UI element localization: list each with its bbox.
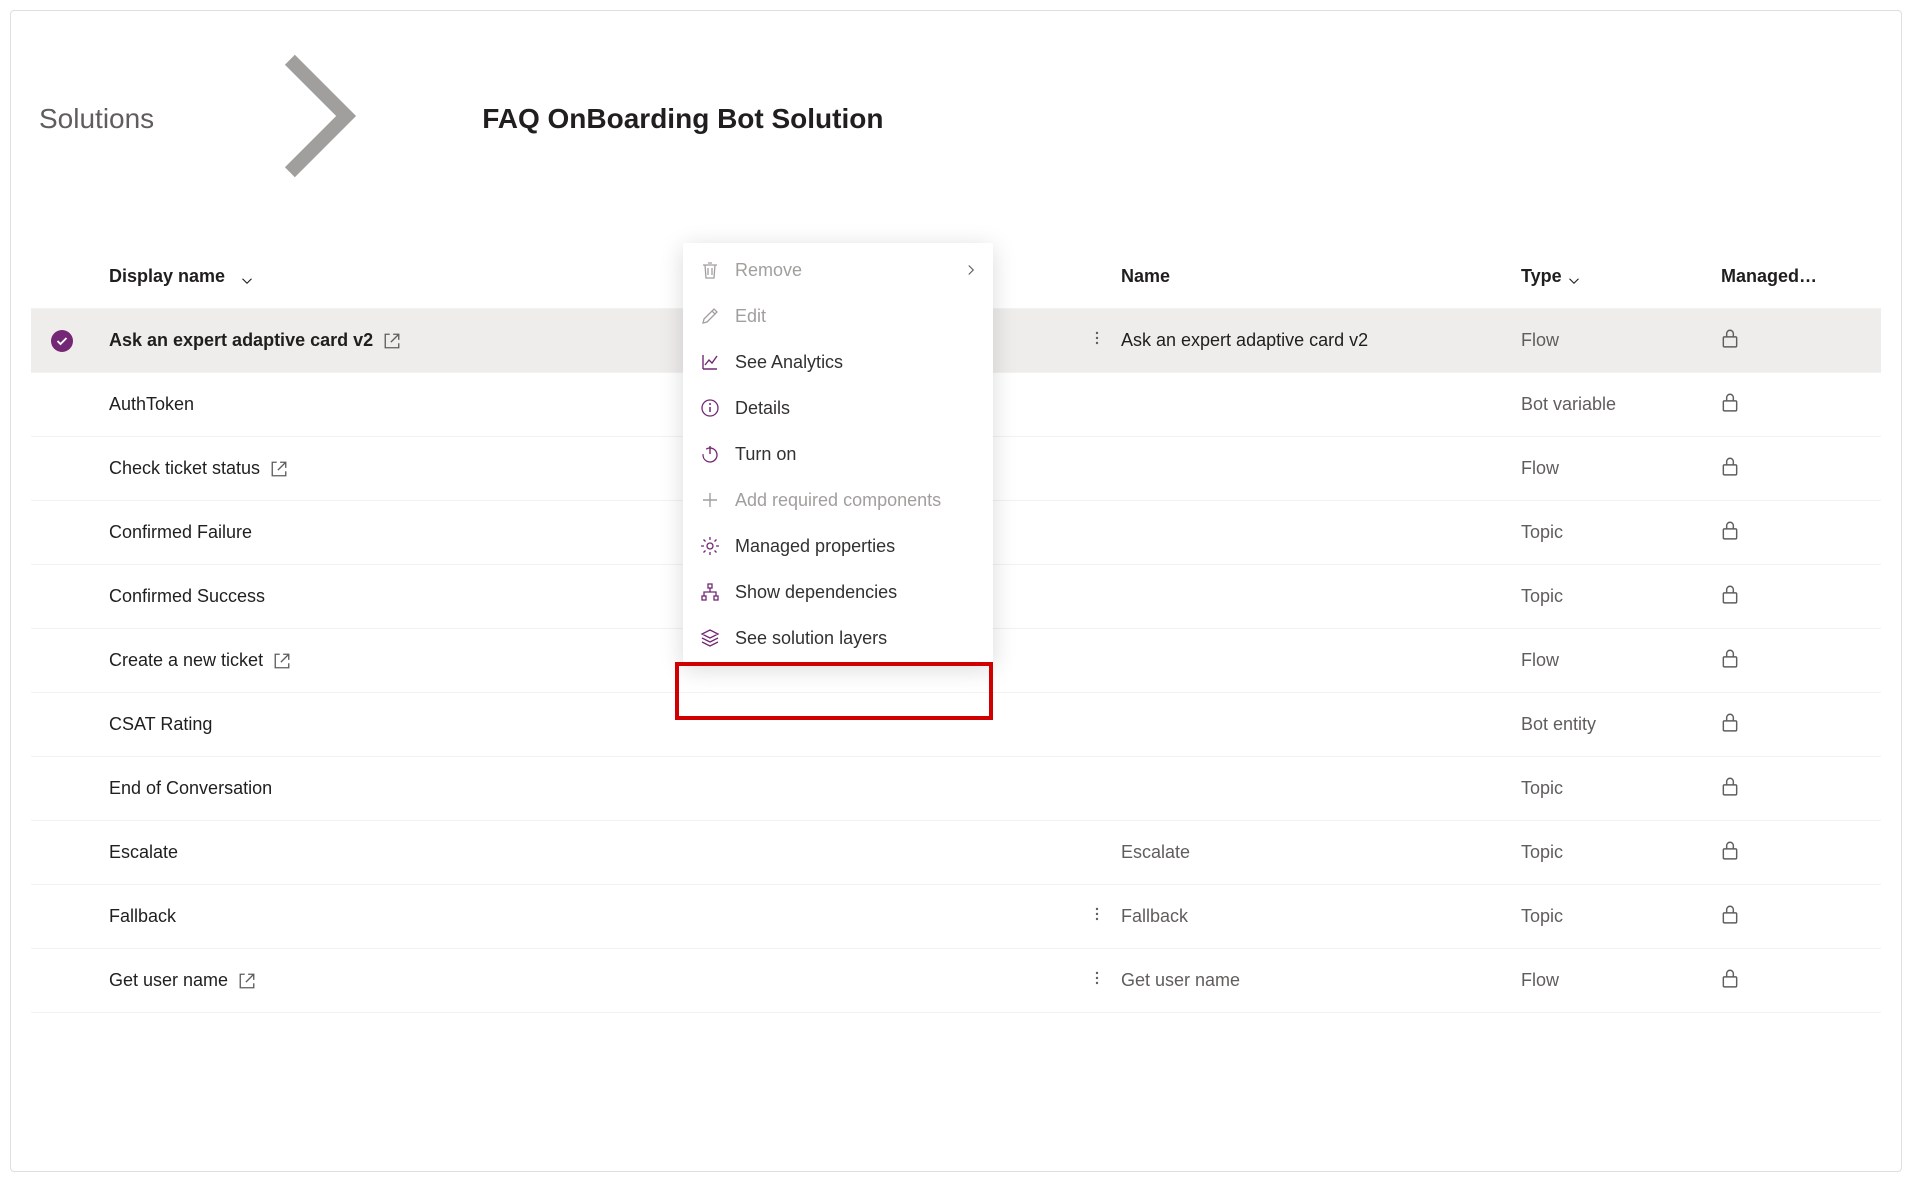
lock-icon	[1721, 840, 1739, 865]
chevron-down-icon	[241, 271, 253, 283]
managed-cell	[1721, 776, 1881, 801]
display-name-link[interactable]: CSAT Rating	[109, 714, 212, 735]
breadcrumb: Solutions FAQ OnBoarding Bot Solution	[31, 41, 1881, 197]
menu-show-dependencies[interactable]: Show dependencies	[683, 569, 993, 615]
breadcrumb-parent[interactable]: Solutions	[39, 103, 154, 135]
menu-managed-properties[interactable]: Managed properties	[683, 523, 993, 569]
display-name-link[interactable]: Create a new ticket	[109, 650, 263, 671]
table-row[interactable]: End of Conversation Topic	[31, 757, 1881, 821]
managed-cell	[1721, 456, 1881, 481]
table-row[interactable]: CSAT Rating Bot entity	[31, 693, 1881, 757]
open-in-new-icon[interactable]	[238, 972, 256, 990]
menu-details[interactable]: Details	[683, 385, 993, 431]
breadcrumb-current: FAQ OnBoarding Bot Solution	[482, 103, 883, 135]
name-cell: Get user name	[1121, 970, 1521, 991]
chevron-right-icon	[965, 260, 977, 281]
display-name-link[interactable]: Confirmed Failure	[109, 522, 252, 543]
table-row[interactable]: EscalateEscalateTopic	[31, 821, 1881, 885]
chevron-down-icon	[1568, 271, 1580, 283]
type-cell: Topic	[1521, 906, 1721, 927]
display-name-link[interactable]: End of Conversation	[109, 778, 272, 799]
managed-cell	[1721, 328, 1881, 353]
context-menu: Remove Edit See Analytics Details Turn o…	[683, 243, 993, 665]
display-name-link[interactable]: Escalate	[109, 842, 178, 863]
pencil-icon	[699, 305, 721, 327]
table-row[interactable]: Get user nameGet user nameFlow	[31, 949, 1881, 1013]
type-cell: Flow	[1521, 650, 1721, 671]
power-icon	[699, 443, 721, 465]
display-name-link[interactable]: AuthToken	[109, 394, 194, 415]
checkmark-icon[interactable]	[51, 330, 73, 352]
menu-add-required-components[interactable]: Add required components	[683, 477, 993, 523]
column-name[interactable]: Name	[1121, 266, 1521, 287]
table-row[interactable]: FallbackFallbackTopic	[31, 885, 1881, 949]
type-cell: Topic	[1521, 522, 1721, 543]
name-cell: Fallback	[1121, 906, 1521, 927]
trash-icon	[699, 259, 721, 281]
name-cell: Escalate	[1121, 842, 1521, 863]
analytics-icon	[699, 351, 721, 373]
more-actions-button[interactable]	[1083, 325, 1111, 356]
open-in-new-icon[interactable]	[383, 332, 401, 350]
display-name-link[interactable]: Ask an expert adaptive card v2	[109, 330, 373, 351]
open-in-new-icon[interactable]	[273, 652, 291, 670]
menu-see-solution-layers[interactable]: See solution layers	[683, 615, 993, 661]
display-name-link[interactable]: Confirmed Success	[109, 586, 265, 607]
managed-cell	[1721, 712, 1881, 737]
menu-edit[interactable]: Edit	[683, 293, 993, 339]
managed-cell	[1721, 968, 1881, 993]
display-name-link[interactable]: Get user name	[109, 970, 228, 991]
more-actions-button[interactable]	[1083, 901, 1111, 932]
plus-icon	[699, 489, 721, 511]
managed-cell	[1721, 648, 1881, 673]
menu-turn-on[interactable]: Turn on	[683, 431, 993, 477]
managed-cell	[1721, 392, 1881, 417]
lock-icon	[1721, 392, 1739, 417]
display-name-link[interactable]: Check ticket status	[109, 458, 260, 479]
type-cell: Flow	[1521, 970, 1721, 991]
lock-icon	[1721, 328, 1739, 353]
info-icon	[699, 397, 721, 419]
lock-icon	[1721, 712, 1739, 737]
managed-cell	[1721, 840, 1881, 865]
more-actions-button[interactable]	[1083, 965, 1111, 996]
lock-icon	[1721, 456, 1739, 481]
lock-icon	[1721, 648, 1739, 673]
type-cell: Flow	[1521, 330, 1721, 351]
lock-icon	[1721, 904, 1739, 929]
layers-icon	[699, 627, 721, 649]
column-type[interactable]: Type	[1521, 266, 1721, 287]
lock-icon	[1721, 968, 1739, 993]
type-cell: Bot entity	[1521, 714, 1721, 735]
menu-see-analytics[interactable]: See Analytics	[683, 339, 993, 385]
lock-icon	[1721, 520, 1739, 545]
type-cell: Topic	[1521, 586, 1721, 607]
open-in-new-icon[interactable]	[270, 460, 288, 478]
managed-cell	[1721, 904, 1881, 929]
gear-icon	[699, 535, 721, 557]
display-name-link[interactable]: Fallback	[109, 906, 176, 927]
type-cell: Flow	[1521, 458, 1721, 479]
tree-icon	[699, 581, 721, 603]
lock-icon	[1721, 584, 1739, 609]
type-cell: Topic	[1521, 778, 1721, 799]
menu-remove[interactable]: Remove	[683, 247, 993, 293]
column-managed[interactable]: Managed…	[1721, 266, 1881, 287]
name-cell: Ask an expert adaptive card v2	[1121, 330, 1521, 351]
managed-cell	[1721, 584, 1881, 609]
type-cell: Bot variable	[1521, 394, 1721, 415]
lock-icon	[1721, 776, 1739, 801]
type-cell: Topic	[1521, 842, 1721, 863]
managed-cell	[1721, 520, 1881, 545]
chevron-right-icon	[168, 41, 468, 197]
